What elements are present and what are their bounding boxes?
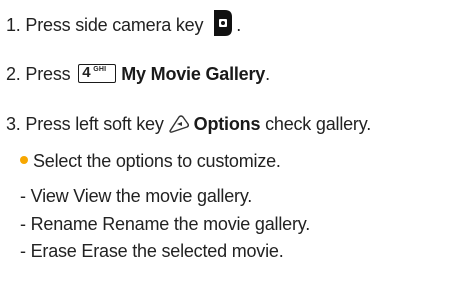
step-2-prefix: 2. Press [6, 64, 71, 84]
key-4-letters: GHI [93, 66, 107, 73]
step-3-suffix: check gallery. [265, 114, 371, 134]
key-4-icon: 4 GHI [78, 64, 117, 83]
bullet-text: Select the options to customize. [33, 151, 281, 171]
bullet-note: Select the options to customize. [20, 150, 281, 172]
instruction-page: 1. Press side camera key . 2. Press 4 GH… [0, 0, 462, 285]
step-1-text: 1. Press side camera key [6, 15, 204, 35]
step-3: 3. Press left soft key Options check gal… [6, 113, 371, 135]
step-2-period: . [265, 64, 270, 84]
step-3-prefix: 3. Press left soft key [6, 114, 164, 134]
option-erase: - Erase Erase the selected movie. [20, 241, 284, 261]
my-movie-gallery-label: My Movie Gallery [121, 64, 266, 84]
bullet-dot-icon [20, 156, 28, 164]
left-soft-key-icon [168, 115, 189, 133]
step-1: 1. Press side camera key . [6, 9, 241, 37]
key-4-number: 4 [82, 64, 91, 81]
camera-key-icon [214, 10, 233, 36]
step-2: 2. Press 4 GHI My Movie Gallery. [6, 63, 270, 85]
option-view: - View View the movie gallery. [20, 186, 253, 206]
step-1-period: . [236, 15, 242, 35]
option-rename: - Rename Rename the movie gallery. [20, 214, 310, 234]
options-label: Options [193, 114, 261, 134]
